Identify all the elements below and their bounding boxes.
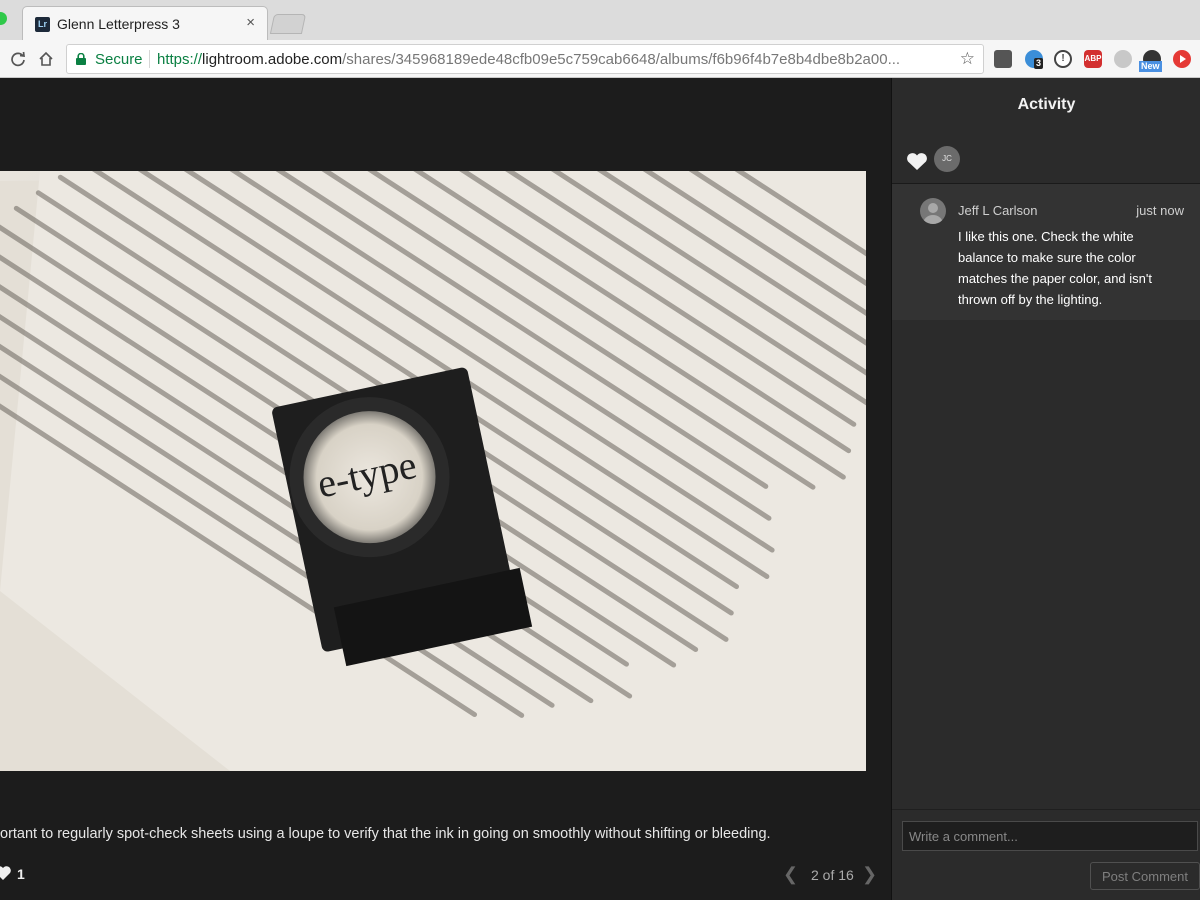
- lock-icon: [76, 53, 86, 65]
- url-host: lightroom.adobe.com: [202, 51, 343, 68]
- adblock-plus-extension-icon[interactable]: ABP: [1084, 50, 1102, 68]
- play-extension-icon[interactable]: [1173, 50, 1191, 68]
- ghostery-extension-icon[interactable]: 3: [1025, 50, 1044, 69]
- comment-item: Jeff L Carlson just now I like this one.…: [892, 184, 1200, 320]
- next-photo-icon[interactable]: ❯: [862, 864, 877, 885]
- heart-like-icon[interactable]: [0, 865, 12, 881]
- browser-tab-bar: Lr Glenn Letterpress 3 ×: [0, 0, 1200, 40]
- url-scheme: https://: [157, 51, 203, 68]
- new-extension-icon[interactable]: New: [1139, 50, 1162, 72]
- comment-time: just now: [1136, 203, 1184, 218]
- reload-icon[interactable]: [6, 47, 30, 71]
- like-count: 1: [17, 866, 25, 882]
- activity-title: Activity: [1017, 96, 1076, 113]
- comment-body: I like this one. Check the white balance…: [958, 229, 1152, 307]
- secure-label: Secure: [95, 51, 143, 68]
- url-text[interactable]: https://lightroom.adobe.com/shares/34596…: [157, 51, 947, 68]
- browser-tab-active[interactable]: Lr Glenn Letterpress 3 ×: [22, 6, 268, 40]
- url-separator: [149, 50, 150, 68]
- tab-title: Glenn Letterpress 3: [57, 16, 180, 32]
- new-tab-button[interactable]: [269, 14, 307, 34]
- tab-close-icon[interactable]: ×: [246, 14, 255, 31]
- previous-photo-icon[interactable]: ❮: [783, 864, 798, 885]
- address-bar[interactable]: Secure https://lightroom.adobe.com/share…: [66, 44, 984, 74]
- comment-avatar[interactable]: [920, 198, 946, 224]
- liker-avatar[interactable]: JC: [934, 146, 960, 172]
- cloud-extension-icon[interactable]: [1114, 50, 1132, 68]
- home-icon[interactable]: [34, 47, 58, 71]
- panel-footer-divider: [892, 809, 1200, 810]
- comment-input[interactable]: [902, 821, 1198, 851]
- ext-badge-count: 3: [1034, 58, 1044, 69]
- window-maximize-button[interactable]: [0, 12, 7, 25]
- onepassword-extension-icon[interactable]: !: [1054, 50, 1072, 68]
- page-indicator: 2 of 16: [811, 867, 854, 883]
- post-comment-button[interactable]: Post Comment: [1090, 862, 1200, 890]
- user-silhouette-icon: [923, 203, 943, 224]
- bookmark-star-icon[interactable]: ☆: [960, 49, 975, 69]
- photo-caption: ortant to regularly spot-check sheets us…: [0, 826, 771, 842]
- photo-stage: e-type ortant to regularly spot-check sh…: [0, 78, 891, 900]
- activity-panel: Activity JC Jeff L Carlson just now I li…: [891, 78, 1200, 900]
- photo-loupe-on-printed-page[interactable]: e-type: [0, 171, 866, 771]
- ext-new-badge: New: [1139, 61, 1162, 72]
- pocket-extension-icon[interactable]: [994, 50, 1012, 68]
- url-path: /shares/345968189ede48cfb09e5c759cab6648…: [342, 51, 901, 68]
- heart-icon[interactable]: [906, 152, 928, 171]
- browser-toolbar: Secure https://lightroom.adobe.com/share…: [0, 40, 1200, 78]
- comment-author: Jeff L Carlson: [958, 203, 1038, 218]
- lightroom-favicon-icon: Lr: [35, 17, 50, 32]
